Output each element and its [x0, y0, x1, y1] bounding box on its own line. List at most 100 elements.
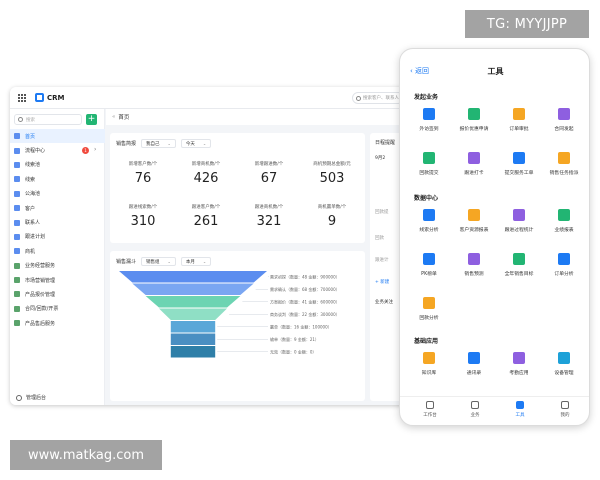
schedule-date[interactable]: 9月2: [375, 155, 385, 161]
funnel-stage-1[interactable]: [132, 283, 254, 296]
tab-label: 工具: [515, 413, 525, 418]
tool-item[interactable]: 知识库: [406, 352, 452, 376]
sidebar: 搜索 + 首页 流程中心 1 › 线索池 线索公海池客户 联系人 跟进计划 商机 业务经营服务 市场…: [10, 109, 105, 405]
sidebar-item-11[interactable]: 产品报价管理: [10, 287, 105, 301]
performance-icon: [558, 209, 570, 221]
crm-logo-icon: [35, 93, 44, 102]
owner-filter-select[interactable]: 我自己 ⌄: [141, 139, 176, 148]
tab-2[interactable]: 工具: [505, 401, 535, 418]
tool-item[interactable]: 考勤应用: [496, 352, 542, 376]
back-arrow-icon[interactable]: «: [112, 114, 115, 120]
kpi-value: 321: [256, 214, 282, 229]
app-grid-icon[interactable]: [18, 93, 26, 102]
kpi-label: 新增商机数/个: [191, 162, 221, 167]
folder-icon: [14, 305, 20, 312]
tool-label: 回款提交: [419, 171, 439, 176]
tool-item[interactable]: 跟进打卡: [451, 152, 497, 176]
watermark-bottom: www.matkag.com: [10, 440, 162, 470]
tool-item[interactable]: 销售预测: [451, 253, 497, 277]
funnel-stage-4[interactable]: [170, 321, 216, 333]
section-title: 基础应用: [414, 338, 439, 345]
tool-label: 订单审批: [509, 127, 529, 132]
global-search-input[interactable]: 搜索客户、联系人: [352, 92, 404, 104]
tool-item[interactable]: 外访签到: [406, 108, 452, 132]
funnel-stage-label: 方案报价（数量：41 金额：600000）: [270, 298, 340, 304]
mobile-header: ‹ 返回 工具: [400, 61, 589, 81]
folder-icon: [14, 320, 20, 327]
sidebar-item-0[interactable]: 首页: [10, 129, 105, 144]
tool-label: 提交服务工单: [504, 171, 534, 176]
sidebar-item-8[interactable]: 商机: [10, 244, 105, 258]
tool-item[interactable]: 回款提交: [406, 152, 452, 176]
sidebar-item-label: 产品报价管理: [25, 291, 56, 298]
funnel-stage-0[interactable]: [119, 271, 267, 283]
business-follow-title: 业务关注: [375, 300, 393, 305]
funnel-stage-2[interactable]: [145, 296, 241, 308]
tool-item[interactable]: 回款分析: [406, 297, 452, 321]
kpi-label: 跟进商机数/个: [254, 205, 284, 210]
funnel-stage-3[interactable]: [158, 308, 228, 321]
kpi-item: 新增商机数/个 426: [175, 161, 237, 186]
tab-0[interactable]: 工作台: [415, 401, 445, 418]
customer-icon: [14, 205, 20, 212]
schedule-title: 日程提醒: [375, 140, 396, 146]
tool-item[interactable]: 提交服务工单: [496, 152, 542, 176]
tab-1[interactable]: 业务: [460, 401, 490, 418]
payment-analysis-icon: [423, 297, 435, 309]
tool-label: 销售预测: [464, 272, 484, 277]
tool-item[interactable]: 跟进过程统计: [496, 209, 542, 233]
kpi-item: 跟进线索数/个 310: [112, 204, 174, 229]
sidebar-item-3[interactable]: 线索: [10, 172, 105, 186]
funnel-stage-5[interactable]: [170, 333, 216, 346]
tool-item[interactable]: 销售任务指派: [541, 152, 587, 176]
tool-label: 回款分析: [419, 316, 439, 321]
kpi-value: 310: [130, 214, 156, 229]
kpi-item: 跟进商机数/个 321: [238, 204, 300, 229]
sidebar-item-label: 流程中心: [25, 148, 46, 155]
sidebar-item-5[interactable]: 客户: [10, 201, 105, 215]
tool-item[interactable]: PK榜单: [406, 253, 452, 277]
kpi-value: 67: [260, 171, 278, 186]
tool-item[interactable]: 订单审批: [496, 108, 542, 132]
sidebar-item-7[interactable]: 跟进计划: [10, 230, 105, 244]
tool-item[interactable]: 报价优惠申请: [451, 108, 497, 132]
sidebar-search-placeholder: 搜索: [26, 117, 35, 123]
tab-3[interactable]: 我的: [550, 401, 580, 418]
tool-label: 设备管理: [554, 371, 574, 376]
sidebar-item-label: 公海池: [25, 191, 41, 198]
tool-item[interactable]: 通讯录: [451, 352, 497, 376]
add-button[interactable]: +: [86, 114, 97, 125]
order-approve-icon: [513, 108, 525, 120]
funnel-stage-6[interactable]: [170, 346, 216, 358]
sidebar-item-10[interactable]: 市场营销管理: [10, 273, 105, 287]
tool-item[interactable]: 客户资源报表: [451, 209, 497, 233]
period-filter-select[interactable]: 今天 ⌄: [180, 139, 212, 148]
kpi-label: 跟进线索数/个: [128, 205, 158, 210]
sidebar-search-input[interactable]: 搜索: [14, 114, 82, 125]
tool-item[interactable]: 合同发起: [541, 108, 587, 132]
tool-item[interactable]: 设备管理: [541, 352, 587, 376]
sidebar-item-9[interactable]: 业务经营服务: [10, 259, 105, 273]
chevron-right-icon[interactable]: ›: [94, 146, 96, 153]
sidebar-item-1[interactable]: 流程中心 1 ›: [10, 143, 105, 157]
section-title: 发起业务: [414, 94, 439, 101]
sidebar-menu: 首页 流程中心 1 › 线索池 线索 公海池 客户 联系人 跟进计划 商机 业务经营服务 市场营销管理产…: [10, 129, 105, 330]
tool-item[interactable]: 全年销售目标: [496, 253, 542, 277]
period-filter-value: 今天: [185, 141, 195, 147]
new-schedule-link[interactable]: + 新建: [375, 279, 389, 285]
device-icon: [558, 352, 570, 364]
kpi-value: 503: [319, 171, 345, 186]
sidebar-item-6[interactable]: 联系人: [10, 215, 105, 229]
app-name: CRM: [47, 93, 65, 102]
sidebar-item-2[interactable]: 线索池: [10, 158, 105, 172]
admin-console-link[interactable]: 管理后台: [16, 394, 46, 401]
tool-label: 全年销售目标: [504, 272, 534, 277]
tool-item[interactable]: 订单分析: [541, 253, 587, 277]
tool-item[interactable]: 业绩报表: [541, 209, 587, 233]
followup-icon: [468, 152, 480, 164]
sidebar-item-4[interactable]: 公海池: [10, 187, 105, 201]
sidebar-item-12[interactable]: 合同/回款/开票: [10, 302, 105, 316]
tool-item[interactable]: 线索分析: [406, 209, 452, 233]
sidebar-item-13[interactable]: 产品售后服务: [10, 316, 105, 330]
folder-icon: [14, 262, 20, 269]
